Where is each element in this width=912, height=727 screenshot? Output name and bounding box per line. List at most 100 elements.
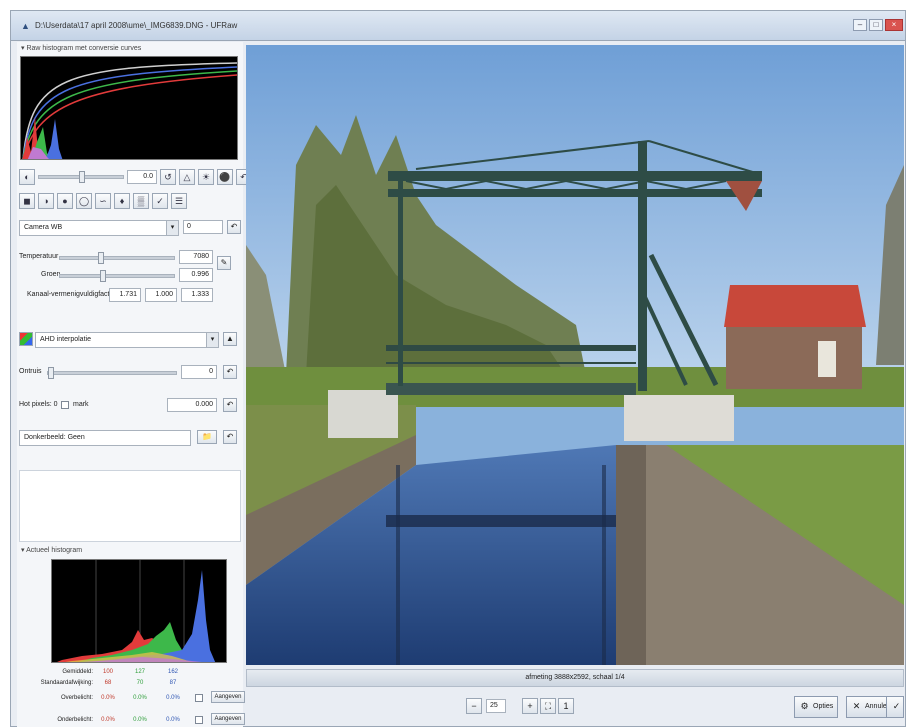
image-preview[interactable] bbox=[246, 45, 904, 665]
live-histogram bbox=[51, 559, 227, 663]
hot-pixels-label: Hot pixels: 0 bbox=[19, 401, 58, 408]
exposure-slider-knob[interactable] bbox=[79, 171, 85, 183]
temperature-slider-knob[interactable] bbox=[98, 252, 104, 264]
overexposed-blue: 0.0% bbox=[166, 695, 180, 701]
window-title: D:\Userdata\17 april 2008\ume\_IMG6839.D… bbox=[35, 21, 238, 30]
tab-white-balance[interactable]: ◑ bbox=[38, 193, 54, 209]
cancel-icon: ✕ bbox=[852, 701, 861, 711]
temperature-slider[interactable] bbox=[59, 252, 175, 264]
zoom-out-icon[interactable]: − bbox=[466, 698, 482, 714]
denoise-input[interactable]: 0 bbox=[181, 365, 217, 379]
average-green: 127 bbox=[134, 669, 145, 675]
tab-crop[interactable]: ✓ bbox=[152, 193, 168, 209]
dark-frame-display: Donkerbeeld: Geen bbox=[19, 430, 191, 446]
underexposed-indicate-checkbox[interactable] bbox=[195, 716, 203, 724]
options-button[interactable]: ⚙ Opties bbox=[794, 696, 839, 718]
smoothing-button[interactable]: ▲ bbox=[223, 332, 237, 346]
underexposed-blue: 0.0% bbox=[166, 717, 180, 723]
exposure-slider[interactable] bbox=[38, 171, 124, 183]
close-button[interactable]: × bbox=[885, 19, 903, 31]
underexposed-indicate-button[interactable]: Aangeven bbox=[211, 713, 245, 725]
zoom-fit-icon[interactable]: ⛶ bbox=[540, 698, 556, 714]
open-dark-frame-button[interactable]: 📁 bbox=[197, 430, 217, 444]
mark-label: mark bbox=[73, 401, 89, 408]
green-row: Groen 0.996 bbox=[19, 268, 241, 288]
overexposed-green: 0.0% bbox=[133, 695, 147, 701]
save-icon: ✓ bbox=[892, 701, 901, 711]
exposure-icon[interactable]: ◐ bbox=[19, 169, 35, 185]
green-slider-knob[interactable] bbox=[100, 270, 106, 282]
multiplier-green-input[interactable]: 1.000 bbox=[145, 288, 177, 302]
save-button[interactable]: ✓ bbox=[886, 696, 904, 718]
stddev-green: 70 bbox=[136, 680, 144, 686]
green-input[interactable]: 0.996 bbox=[179, 268, 213, 282]
dark-frame-row: Donkerbeeld: Geen 📁 ↶ bbox=[19, 430, 241, 450]
hot-pixels-input[interactable]: 0.000 bbox=[167, 398, 217, 412]
auto-exposure-button[interactable]: ↺ bbox=[160, 169, 176, 185]
tab-color-management[interactable]: ♦ bbox=[114, 193, 130, 209]
stddev-blue: 87 bbox=[169, 680, 177, 686]
denoise-slider-knob[interactable] bbox=[48, 367, 54, 379]
overexposed-indicate-checkbox[interactable] bbox=[195, 694, 203, 702]
reset-wb-button[interactable]: ↶ bbox=[227, 220, 241, 234]
tab-lens[interactable]: ◯ bbox=[76, 193, 92, 209]
multiplier-red-input[interactable]: 1.731 bbox=[109, 288, 141, 302]
zoom-in-icon[interactable]: + bbox=[522, 698, 538, 714]
app-icon: ▲ bbox=[21, 21, 30, 31]
reset-denoise-button[interactable]: ↶ bbox=[223, 365, 237, 379]
minimize-button[interactable]: – bbox=[853, 19, 867, 31]
raw-histogram-heading[interactable]: ▾ Raw histogram met conversie curves bbox=[17, 44, 243, 54]
image-size-caption: afmeting 3888x2592, schaal 1/4 bbox=[246, 669, 904, 687]
multipliers-row: Kanaal-vermenigvuldigfactoren 1.731 1.00… bbox=[19, 288, 241, 308]
tab-exif[interactable]: ☰ bbox=[171, 193, 187, 209]
mark-checkbox[interactable] bbox=[61, 401, 69, 409]
maximize-button[interactable]: □ bbox=[869, 19, 883, 31]
underexposed-red: 0.0% bbox=[101, 717, 115, 723]
ufraw-window: ▲ D:\Userdata\17 april 2008\ume\_IMG6839… bbox=[10, 10, 906, 727]
wb-preset-select[interactable]: Camera WB ▾ bbox=[19, 220, 179, 236]
denoise-label: Ontruis bbox=[19, 368, 42, 375]
chevron-down-icon: ▾ bbox=[166, 221, 178, 235]
denoise-slider[interactable] bbox=[47, 367, 177, 379]
highlights-mode-button[interactable]: ⚫ bbox=[217, 169, 233, 185]
options-icon: ⚙ bbox=[800, 701, 809, 711]
title-bar: ▲ D:\Userdata\17 april 2008\ume\_IMG6839… bbox=[11, 11, 905, 41]
overexposed-red: 0.0% bbox=[101, 695, 115, 701]
clip-highlights-button[interactable]: ☀ bbox=[198, 169, 214, 185]
hot-pixels-row: Hot pixels: 0 mark 0.000 ↶ bbox=[19, 398, 241, 418]
bottom-toolbar: − 25 + ⛶ 1 ⚙ Opties ✕ Annuleren ✓ bbox=[246, 692, 904, 722]
restore-details-button[interactable]: △ bbox=[179, 169, 195, 185]
underexposed-green: 0.0% bbox=[133, 717, 147, 723]
exposure-toolbar: ◐ 0.0 ↺ △ ☀ ⚫ ↶ bbox=[19, 166, 252, 188]
zoom-100-icon[interactable]: 1 bbox=[558, 698, 574, 714]
temperature-row: Temperatuur 7080 ✎ bbox=[19, 250, 241, 270]
temperature-input[interactable]: 7080 bbox=[179, 250, 213, 264]
stddev-row: Standaardafwijking: 68 70 87 bbox=[17, 678, 243, 688]
green-slider[interactable] bbox=[59, 270, 175, 282]
exposure-input[interactable]: 0.0 bbox=[127, 170, 157, 184]
tab-raw[interactable]: ◼ bbox=[19, 193, 35, 209]
interpolation-select[interactable]: AHD interpolatie ▾ bbox=[35, 332, 219, 348]
live-histogram-graphic bbox=[57, 560, 216, 662]
tab-base-curve[interactable]: ∽ bbox=[95, 193, 111, 209]
average-red: 100 bbox=[102, 669, 113, 675]
raw-histogram-graphic bbox=[22, 62, 237, 159]
live-histogram-heading[interactable]: ▾ Actueel histogram bbox=[17, 546, 243, 556]
green-label: Groen bbox=[41, 271, 61, 278]
page-tabs: ◼ ◑ ● ◯ ∽ ♦ ▒ ✓ ☰ bbox=[19, 190, 187, 212]
stddev-label: Standaardafwijking: bbox=[40, 680, 93, 686]
stddev-red: 68 bbox=[104, 680, 112, 686]
zoom-input[interactable]: 25 bbox=[486, 699, 506, 713]
average-blue: 162 bbox=[167, 669, 178, 675]
overexposed-indicate-button[interactable]: Aangeven bbox=[211, 691, 245, 703]
wb-fine-tune-input[interactable]: 0 bbox=[183, 220, 223, 234]
tab-grayscale[interactable]: ● bbox=[57, 193, 73, 209]
average-row: Gemiddeld: 100 127 162 bbox=[17, 667, 243, 677]
tab-corrections[interactable]: ▒ bbox=[133, 193, 149, 209]
reset-hot-pixels-button[interactable]: ↶ bbox=[223, 398, 237, 412]
reset-dark-frame-button[interactable]: ↶ bbox=[223, 430, 237, 444]
multiplier-blue-input[interactable]: 1.333 bbox=[181, 288, 213, 302]
empty-settings-area bbox=[19, 470, 241, 542]
chevron-down-icon: ▾ bbox=[206, 333, 218, 347]
settings-panel: ▾ Raw histogram met conversie curves ◐ 0… bbox=[17, 42, 252, 727]
